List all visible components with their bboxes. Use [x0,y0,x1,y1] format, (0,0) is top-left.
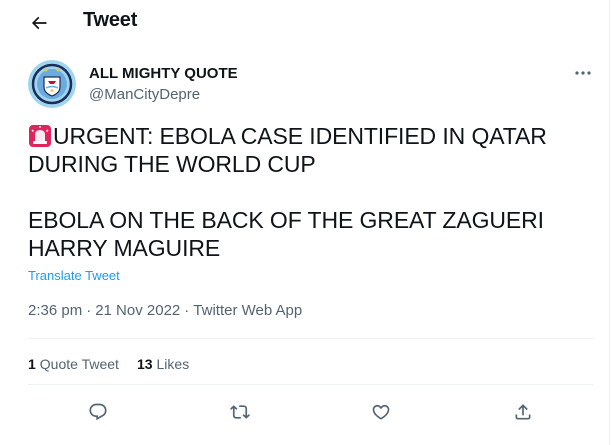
tweet-text-line-4: HARRY MAGUIRE [28,235,221,261]
tweet-time[interactable]: 2:36 pm [28,302,82,319]
tweet-stats: 1 Quote Tweet 13 Likes [28,356,207,372]
author-name[interactable]: ALL MIGHTY QUOTE [89,65,238,82]
tweet-source[interactable]: Twitter Web App [193,302,302,319]
tweet-date[interactable]: 21 Nov 2022 [95,302,180,319]
meta-separator: · [86,302,92,319]
likes-stat[interactable]: 13 Likes [137,356,189,372]
arrow-left-icon [31,16,47,30]
tweet-meta: 2:36 pm · 21 Nov 2022 · Twitter Web App [28,302,302,319]
tweet-page: Tweet ALL MIGHTY QUOTE @ManCityDepre URG… [0,0,611,445]
page-header: Tweet [0,0,609,46]
divider [28,338,594,339]
reply-button[interactable] [80,394,116,430]
tweet-text-line-3: EBOLA ON THE BACK OF THE GREAT ZAGUERI [28,207,544,233]
column-border [609,0,610,445]
meta-separator: · [184,302,190,319]
quote-count: 1 [28,356,36,372]
likes-label: Likes [156,356,190,372]
translate-tweet-link[interactable]: Translate Tweet [28,268,120,283]
man-city-crest-icon [28,60,76,108]
retweet-button[interactable] [222,394,258,430]
back-button[interactable] [22,8,56,38]
share-icon [515,404,531,420]
retweet-icon [230,405,250,419]
quote-label: Quote Tweet [39,356,119,372]
share-button[interactable] [505,394,541,430]
tweet-text-line-1: URGENT: EBOLA CASE IDENTIFIED IN QATAR [28,122,588,150]
rotating-light-emoji-icon [29,125,51,147]
author-handle[interactable]: @ManCityDepre [89,86,200,103]
more-horizontal-icon [575,71,591,75]
divider [28,384,594,385]
like-icon [372,404,390,420]
quote-tweets-stat[interactable]: 1 Quote Tweet [28,356,119,372]
tweet-text-line-2: DURING THE WORLD CUP [28,151,316,177]
reply-icon [89,403,107,421]
likes-count: 13 [136,356,153,372]
like-button[interactable] [363,394,399,430]
tweet-line-text: URGENT: EBOLA CASE IDENTIFIED IN QATAR [53,123,547,149]
tweet-actions [28,394,594,430]
avatar[interactable] [28,60,76,108]
more-options-button[interactable] [572,64,594,82]
page-title: Tweet [83,9,138,31]
